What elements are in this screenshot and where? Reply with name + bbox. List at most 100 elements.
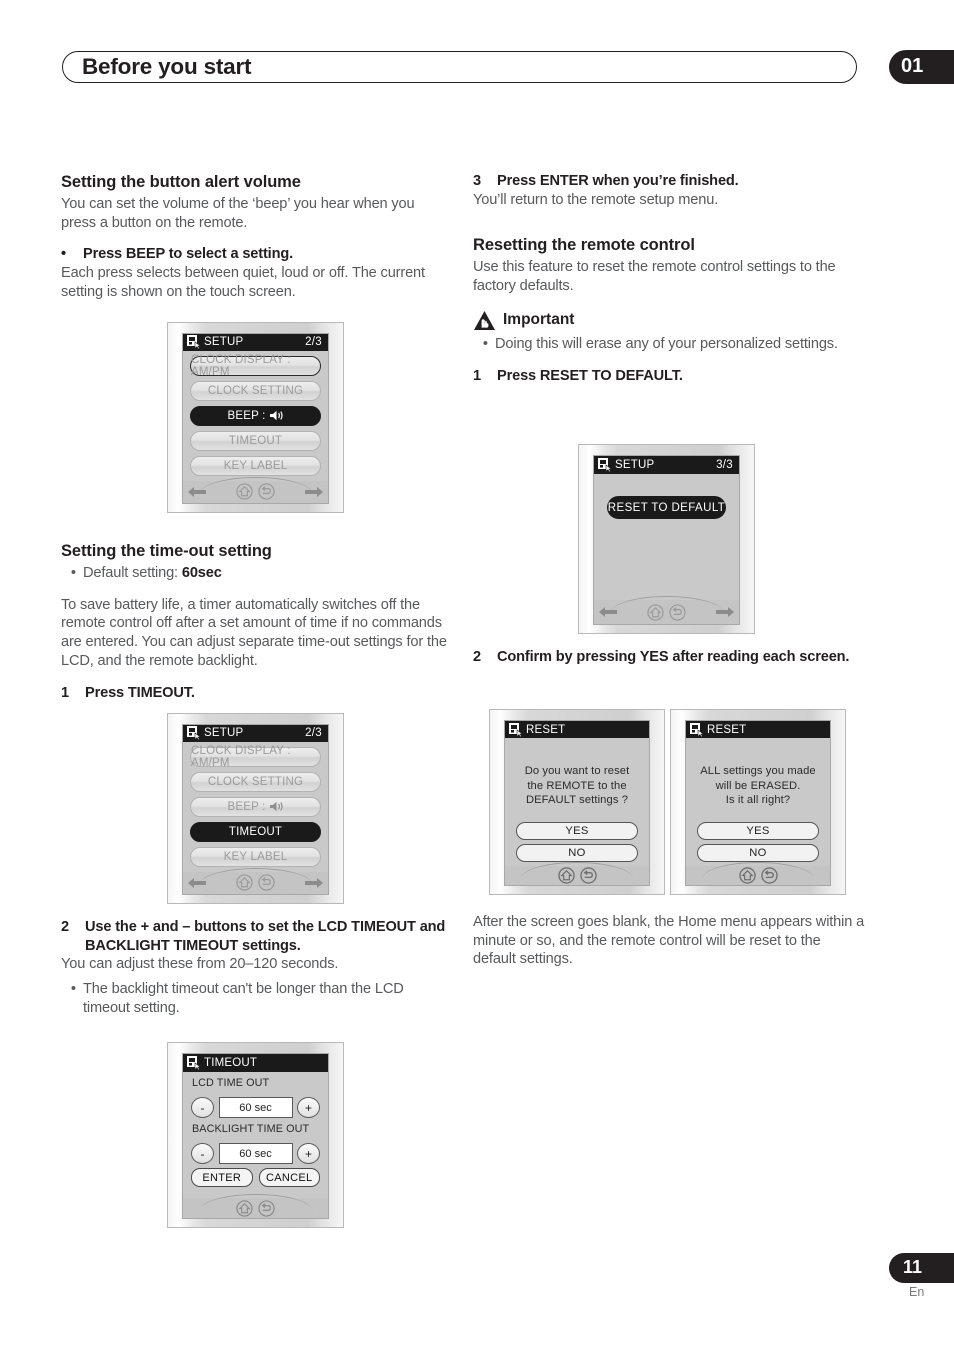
- menu-item-clock-display[interactable]: CLOCK DISPLAY : AM/PM: [190, 745, 321, 769]
- lcd-minus-button[interactable]: -: [191, 1097, 214, 1118]
- bullet-default-setting: • Default setting: 60sec: [61, 564, 453, 583]
- right-column-closing: After the screen goes blank, the Home me…: [473, 913, 865, 969]
- right-column: 3 Press ENTER when you’re finished. You’…: [473, 172, 865, 385]
- right-column-step2: 2 Confirm by pressing YES after reading …: [473, 648, 865, 667]
- home-icon[interactable]: [236, 483, 253, 501]
- heading-time-out-setting: Setting the time-out setting: [61, 542, 272, 560]
- important-warning-icon: [474, 310, 495, 330]
- enter-button[interactable]: ENTER: [191, 1168, 253, 1187]
- back-icon[interactable]: [258, 483, 275, 501]
- remote-screen-timeout-menu: SETUP 2/3 CLOCK DISPLAY : AM/PM CLOCK SE…: [167, 713, 344, 904]
- remote-screen-beep: SETUP 2/3 CLOCK DISPLAY : AM/PM CLOCK SE…: [167, 322, 344, 513]
- menu-item-label: TIMEOUT: [228, 434, 283, 447]
- step-number: 2: [473, 649, 482, 665]
- prev-page-arrow-icon[interactable]: [187, 876, 207, 890]
- bullet-erase-warning-text: Doing this will erase any of your person…: [495, 335, 838, 352]
- no-button[interactable]: NO: [516, 843, 638, 862]
- menu-item-key-label[interactable]: KEY LABEL: [190, 846, 321, 867]
- back-icon[interactable]: [760, 867, 778, 884]
- remote-screen-reset-confirm-1: RESET Do you want to reset the REMOTE to…: [489, 709, 665, 895]
- confirm-message-line: ALL settings you made: [700, 765, 816, 778]
- backlight-minus-button[interactable]: -: [191, 1143, 214, 1164]
- confirm-buttons: YES NO: [697, 821, 819, 866]
- paragraph-return-menu: You’ll return to the remote setup menu.: [473, 191, 719, 208]
- home-icon[interactable]: [647, 603, 664, 621]
- bullet-dot: •: [482, 335, 488, 352]
- no-button[interactable]: NO: [697, 843, 819, 862]
- bullet-dot: •: [70, 981, 76, 998]
- setup-screen-icon: [509, 722, 524, 737]
- menu-item-label: CLOCK SETTING: [207, 384, 304, 397]
- lcd-plus-button[interactable]: +: [297, 1097, 320, 1118]
- setup-screen-icon: [690, 722, 705, 737]
- screen-navbar: [594, 596, 739, 624]
- setup-screen-icon: [187, 726, 202, 741]
- remote-screen-reset-confirm-2: RESET ALL settings you made will be ERAS…: [670, 709, 846, 895]
- left-column-section2: Setting the time-out setting • Default s…: [61, 541, 453, 702]
- confirm-message-line: Do you want to reset: [524, 765, 630, 778]
- left-column-section3: 2 Use the + and – buttons to set the LCD…: [61, 918, 453, 1018]
- step-number: 1: [61, 684, 70, 701]
- reset-to-default-button[interactable]: RESET TO DEFAULT: [607, 496, 726, 519]
- remote-screen-timeout-editor: TIMEOUT LCD TIME OUT - 60 sec + BACKLIGH…: [167, 1042, 344, 1228]
- step-number: 1: [473, 367, 482, 384]
- confirm-message-line: DEFAULT settings ?: [525, 794, 629, 807]
- remote-screen-inner: SETUP 2/3 CLOCK DISPLAY : AM/PM CLOCK SE…: [182, 333, 329, 504]
- remote-screen-inner: SETUP 3/3 RESET TO DEFAULT: [593, 455, 740, 625]
- home-icon[interactable]: [236, 874, 253, 892]
- menu-item-key-label[interactable]: KEY LABEL: [190, 455, 321, 476]
- prev-page-arrow-icon[interactable]: [187, 485, 207, 499]
- remote-screen-inner: RESET Do you want to reset the REMOTE to…: [504, 720, 650, 886]
- important-label: Important: [503, 311, 575, 329]
- menu-item-beep[interactable]: BEEP :: [190, 796, 321, 817]
- step-text: Press RESET TO DEFAULT.: [497, 367, 683, 384]
- page-title: Before you start: [82, 54, 252, 79]
- screen-titlebar: SETUP 2/3: [183, 334, 328, 351]
- step-text: Confirm by pressing YES after reading ea…: [497, 649, 850, 665]
- screen-titlebar: RESET: [686, 721, 830, 739]
- remote-screen-inner: RESET ALL settings you made will be ERAS…: [685, 720, 831, 886]
- menu-item-label: KEY LABEL: [223, 850, 288, 863]
- menu-item-clock-display[interactable]: CLOCK DISPLAY : AM/PM: [190, 354, 321, 378]
- back-icon[interactable]: [579, 867, 597, 884]
- screen-navbar: [183, 476, 328, 503]
- yes-button[interactable]: YES: [697, 821, 819, 840]
- confirm-dialog-body: Do you want to reset the REMOTE to the D…: [505, 738, 649, 866]
- menu-item-clock-setting[interactable]: CLOCK SETTING: [190, 771, 321, 792]
- bullet-press-beep: • Press BEEP to select a setting.: [61, 245, 453, 264]
- lcd-timeout-value: 60 sec: [218, 1097, 293, 1118]
- home-icon[interactable]: [236, 1199, 253, 1217]
- screen-titlebar: SETUP 2/3: [183, 725, 328, 742]
- paragraph-reset-intro: Use this feature to reset the remote con…: [473, 259, 836, 295]
- screen-title: RESET: [526, 723, 566, 736]
- screen-title: SETUP: [204, 336, 244, 349]
- menu-item-beep[interactable]: BEEP :: [190, 405, 321, 426]
- backlight-timeout-row: - 60 sec +: [191, 1143, 320, 1164]
- menu-item-timeout[interactable]: TIMEOUT: [190, 430, 321, 451]
- menu-item-label: BEEP :: [227, 800, 266, 813]
- backlight-timeout-value: 60 sec: [218, 1143, 293, 1164]
- back-icon[interactable]: [258, 874, 275, 892]
- menu-item-timeout[interactable]: TIMEOUT: [190, 821, 321, 842]
- remote-screen-inner: TIMEOUT LCD TIME OUT - 60 sec + BACKLIGH…: [182, 1053, 329, 1219]
- next-page-arrow-icon[interactable]: [304, 485, 324, 499]
- cancel-button[interactable]: CANCEL: [258, 1168, 320, 1187]
- screen-title: SETUP: [615, 459, 655, 471]
- bullet-dot: •: [70, 565, 76, 581]
- lcd-timeout-label: LCD TIME OUT: [192, 1077, 270, 1089]
- prev-page-arrow-icon[interactable]: [598, 605, 618, 619]
- home-icon[interactable]: [738, 867, 756, 884]
- yes-button[interactable]: YES: [516, 821, 638, 840]
- bullet-default-setting-text: Default setting: 60sec: [83, 564, 222, 583]
- backlight-plus-button[interactable]: +: [297, 1143, 320, 1164]
- next-page-arrow-icon[interactable]: [715, 605, 735, 619]
- menu-item-clock-setting[interactable]: CLOCK SETTING: [190, 380, 321, 401]
- back-icon[interactable]: [669, 603, 686, 621]
- step-press-timeout: 1 Press TIMEOUT.: [61, 684, 453, 703]
- back-icon[interactable]: [258, 1199, 275, 1217]
- step-press-reset-default: 1 Press RESET TO DEFAULT.: [473, 367, 865, 386]
- home-icon[interactable]: [557, 867, 575, 884]
- next-page-arrow-icon[interactable]: [304, 876, 324, 890]
- speaker-icon: [269, 411, 283, 421]
- bullet-backlight-note: • The backlight timeout can't be longer …: [61, 980, 453, 1017]
